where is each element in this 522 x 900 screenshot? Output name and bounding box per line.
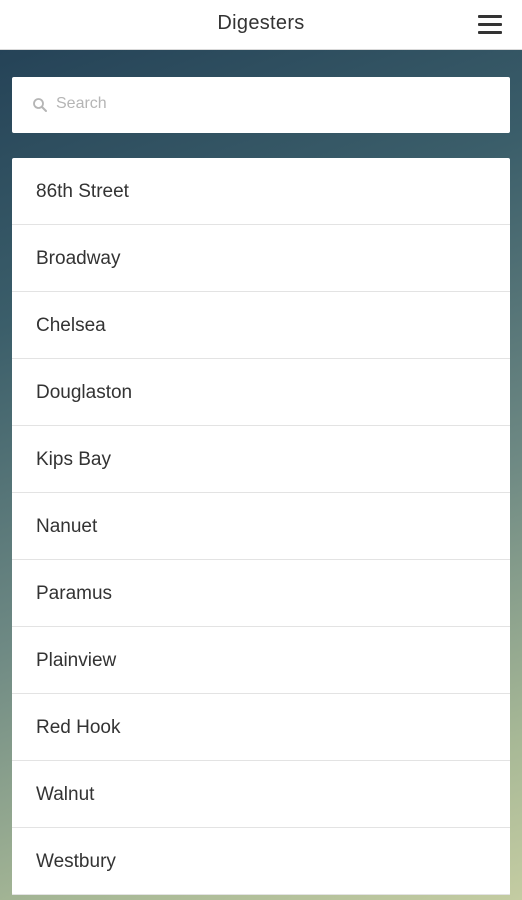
location-list: 86th Street Broadway Chelsea Douglaston …: [12, 158, 510, 895]
search-input[interactable]: [56, 89, 496, 119]
list-item[interactable]: Paramus: [12, 560, 510, 627]
list-item-label: Kips Bay: [36, 449, 111, 470]
list-item-label: Douglaston: [36, 382, 133, 403]
list-item[interactable]: Westbury: [12, 828, 510, 895]
list-item-label: Broadway: [36, 248, 121, 269]
list-item[interactable]: 86th Street: [12, 158, 510, 225]
search-icon: [32, 97, 48, 113]
list-item[interactable]: Douglaston: [12, 359, 510, 426]
list-item-label: Westbury: [36, 851, 116, 872]
list-item-label: Plainview: [36, 650, 117, 671]
list-item[interactable]: Nanuet: [12, 493, 510, 560]
app-header: Digesters: [0, 0, 522, 50]
list-item[interactable]: Red Hook: [12, 694, 510, 761]
list-item[interactable]: Plainview: [12, 627, 510, 694]
list-item[interactable]: Chelsea: [12, 292, 510, 359]
list-item-label: Paramus: [36, 583, 113, 604]
page-title: Digesters: [217, 12, 305, 34]
list-item-label: Chelsea: [36, 315, 106, 336]
list-item[interactable]: Broadway: [12, 225, 510, 292]
search-bar[interactable]: [12, 77, 510, 133]
list-item[interactable]: Kips Bay: [12, 426, 510, 493]
list-item-label: Red Hook: [36, 717, 121, 738]
list-item-label: 86th Street: [36, 181, 129, 202]
hamburger-menu-icon[interactable]: [476, 12, 504, 36]
list-item-label: Nanuet: [36, 516, 98, 537]
list-item[interactable]: Walnut: [12, 761, 510, 828]
list-item-label: Walnut: [36, 784, 95, 805]
